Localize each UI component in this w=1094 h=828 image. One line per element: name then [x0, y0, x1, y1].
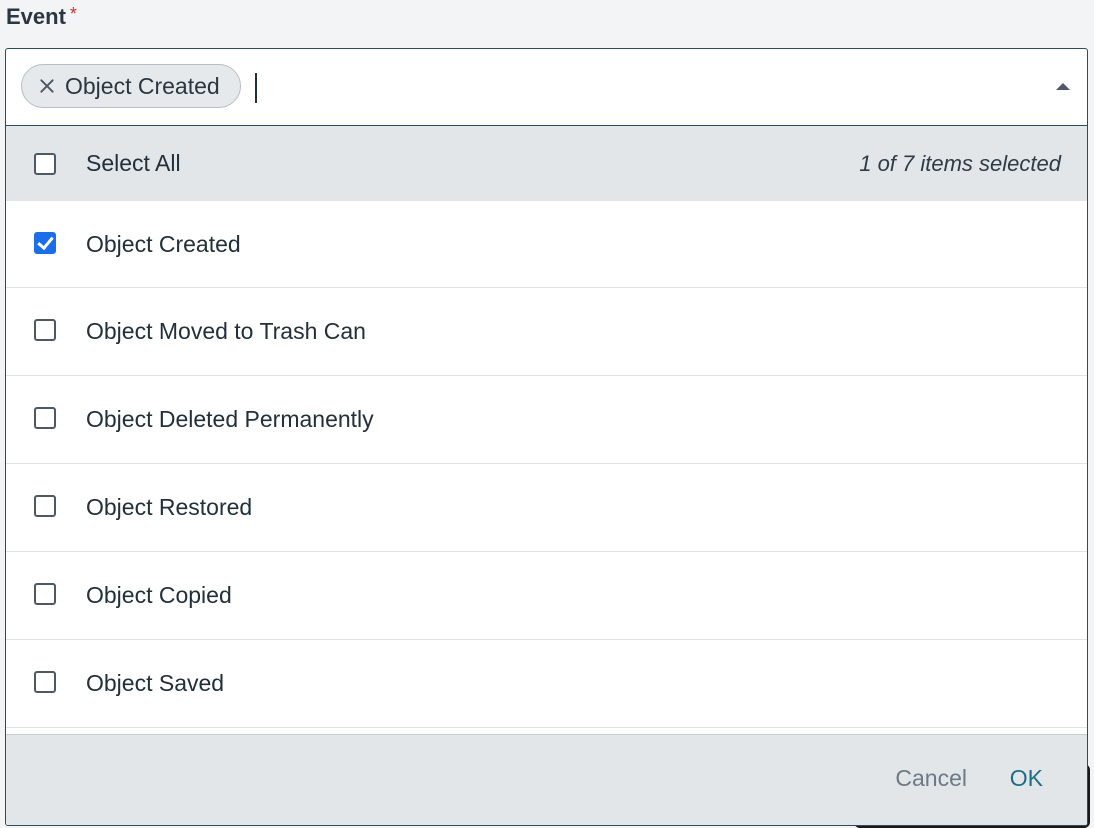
caret-up-icon[interactable] [1051, 77, 1075, 97]
dialog-footer: Cancel OK [6, 734, 1087, 825]
select-all-row[interactable]: Select All 1 of 7 items selected [6, 126, 1087, 201]
option-label: Object Deleted Permanently [86, 406, 374, 432]
option-object-copied[interactable]: Object Copied [6, 552, 1087, 640]
select-all-label: Select All [86, 150, 181, 176]
event-field-label: Event * [6, 3, 77, 31]
option-checkbox[interactable] [34, 583, 56, 605]
selected-chip: Object Created [21, 64, 241, 108]
option-label: Object Moved to Trash Can [86, 318, 366, 344]
option-checkbox[interactable] [34, 407, 56, 429]
ok-button[interactable]: OK [1010, 765, 1043, 792]
option-checkbox[interactable] [34, 495, 56, 517]
option-object-moved-to-trash[interactable]: Object Moved to Trash Can [6, 288, 1087, 376]
option-list[interactable]: Object Created Object Moved to Trash Can… [6, 201, 1087, 733]
select-all-checkbox[interactable] [34, 153, 56, 175]
selection-count: 1 of 7 items selected [859, 151, 1061, 176]
chip-label: Object Created [65, 72, 220, 99]
option-checkbox[interactable] [34, 319, 56, 341]
event-multiselect-input[interactable]: Object Created [5, 48, 1088, 126]
close-icon[interactable] [39, 78, 55, 94]
option-checkbox[interactable] [34, 232, 56, 254]
option-label: Object Created [86, 231, 241, 257]
option-checkbox[interactable] [34, 671, 56, 693]
required-asterisk: * [69, 4, 77, 24]
dropdown-panel: Select All 1 of 7 items selected Object … [5, 126, 1088, 826]
option-label: Object Restored [86, 494, 253, 520]
option-label: Object Saved [86, 670, 225, 696]
option-label: Object Copied [86, 582, 232, 608]
option-object-restored[interactable]: Object Restored [6, 464, 1087, 552]
cancel-button[interactable]: Cancel [895, 765, 967, 792]
option-object-saved[interactable]: Object Saved [6, 640, 1087, 728]
text-cursor[interactable] [255, 73, 257, 103]
event-label-text: Event [6, 4, 66, 29]
option-object-deleted-permanently[interactable]: Object Deleted Permanently [6, 376, 1087, 464]
option-object-created[interactable]: Object Created [6, 201, 1087, 288]
